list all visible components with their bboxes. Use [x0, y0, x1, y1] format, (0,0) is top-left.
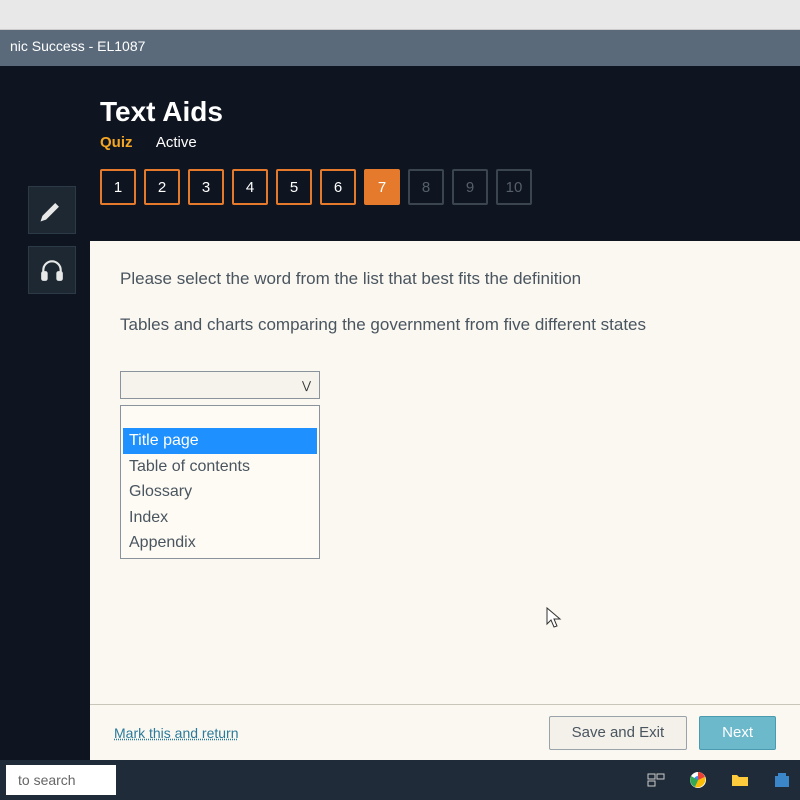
- question-nav-9: 9: [452, 169, 488, 205]
- dropdown-option-glossary[interactable]: Glossary: [123, 479, 317, 505]
- lesson-header: Text Aids Quiz Active: [0, 96, 800, 151]
- audio-tool[interactable]: [28, 246, 76, 294]
- dropdown-option-index[interactable]: Index: [123, 505, 317, 531]
- question-nav-3[interactable]: 3: [188, 169, 224, 205]
- headphones-icon: [39, 257, 65, 283]
- mark-and-return-link[interactable]: Mark this and return: [114, 725, 239, 741]
- tool-rail: [28, 186, 80, 306]
- highlighter-tool[interactable]: [28, 186, 76, 234]
- dropdown-option-appendix[interactable]: Appendix: [123, 530, 317, 556]
- nav-mode: Active: [156, 134, 197, 151]
- question-nav-1[interactable]: 1: [100, 169, 136, 205]
- taskbar-search[interactable]: to search: [6, 765, 116, 795]
- browser-tab-title: nic Success - EL1087: [10, 38, 145, 54]
- question-nav: 1 2 3 4 5 6 7 8 9 10: [0, 169, 800, 205]
- save-exit-button[interactable]: Save and Exit: [549, 716, 688, 750]
- question-nav-8: 8: [408, 169, 444, 205]
- marker-icon: [39, 197, 65, 223]
- task-view-icon[interactable]: [644, 768, 668, 792]
- panel-footer: Mark this and return Save and Exit Next: [90, 704, 800, 760]
- folder-icon[interactable]: [728, 768, 752, 792]
- chrome-svg-icon: [688, 770, 708, 790]
- dropdown-option-blank[interactable]: [123, 408, 317, 428]
- store-icon[interactable]: [770, 768, 794, 792]
- dropdown-list: Title page Table of contents Glossary In…: [120, 405, 320, 559]
- dropdown-field[interactable]: ⋁: [120, 371, 320, 399]
- lesson-title: Text Aids: [100, 96, 800, 128]
- task-view-svg-icon: [646, 770, 666, 790]
- question-nav-10: 10: [496, 169, 532, 205]
- nav-quiz[interactable]: Quiz: [100, 134, 133, 151]
- chevron-down-icon: ⋁: [302, 379, 311, 392]
- folder-svg-icon: [730, 770, 750, 790]
- next-button[interactable]: Next: [699, 716, 776, 750]
- question-definition: Tables and charts comparing the governme…: [120, 315, 770, 335]
- dropdown-option-toc[interactable]: Table of contents: [123, 454, 317, 480]
- question-nav-4[interactable]: 4: [232, 169, 268, 205]
- question-nav-5[interactable]: 5: [276, 169, 312, 205]
- windows-taskbar[interactable]: to search: [0, 760, 800, 800]
- question-nav-7[interactable]: 7: [364, 169, 400, 205]
- quiz-app: Text Aids Quiz Active 1 2 3 4 5 6 7 8 9 …: [0, 66, 800, 760]
- question-panel: Please select the word from the list tha…: [90, 241, 800, 760]
- question-nav-6[interactable]: 6: [320, 169, 356, 205]
- chrome-icon[interactable]: [686, 768, 710, 792]
- question-instruction: Please select the word from the list tha…: [120, 269, 770, 289]
- question-nav-2[interactable]: 2: [144, 169, 180, 205]
- browser-address-bar: [0, 0, 800, 30]
- dropdown-option-title-page[interactable]: Title page: [123, 428, 317, 454]
- answer-dropdown[interactable]: ⋁ Title page Table of contents Glossary …: [120, 371, 320, 399]
- browser-tab[interactable]: nic Success - EL1087: [0, 30, 800, 66]
- store-svg-icon: [772, 770, 792, 790]
- cursor-icon: [545, 606, 565, 630]
- lesson-subhead: Quiz Active: [100, 134, 800, 151]
